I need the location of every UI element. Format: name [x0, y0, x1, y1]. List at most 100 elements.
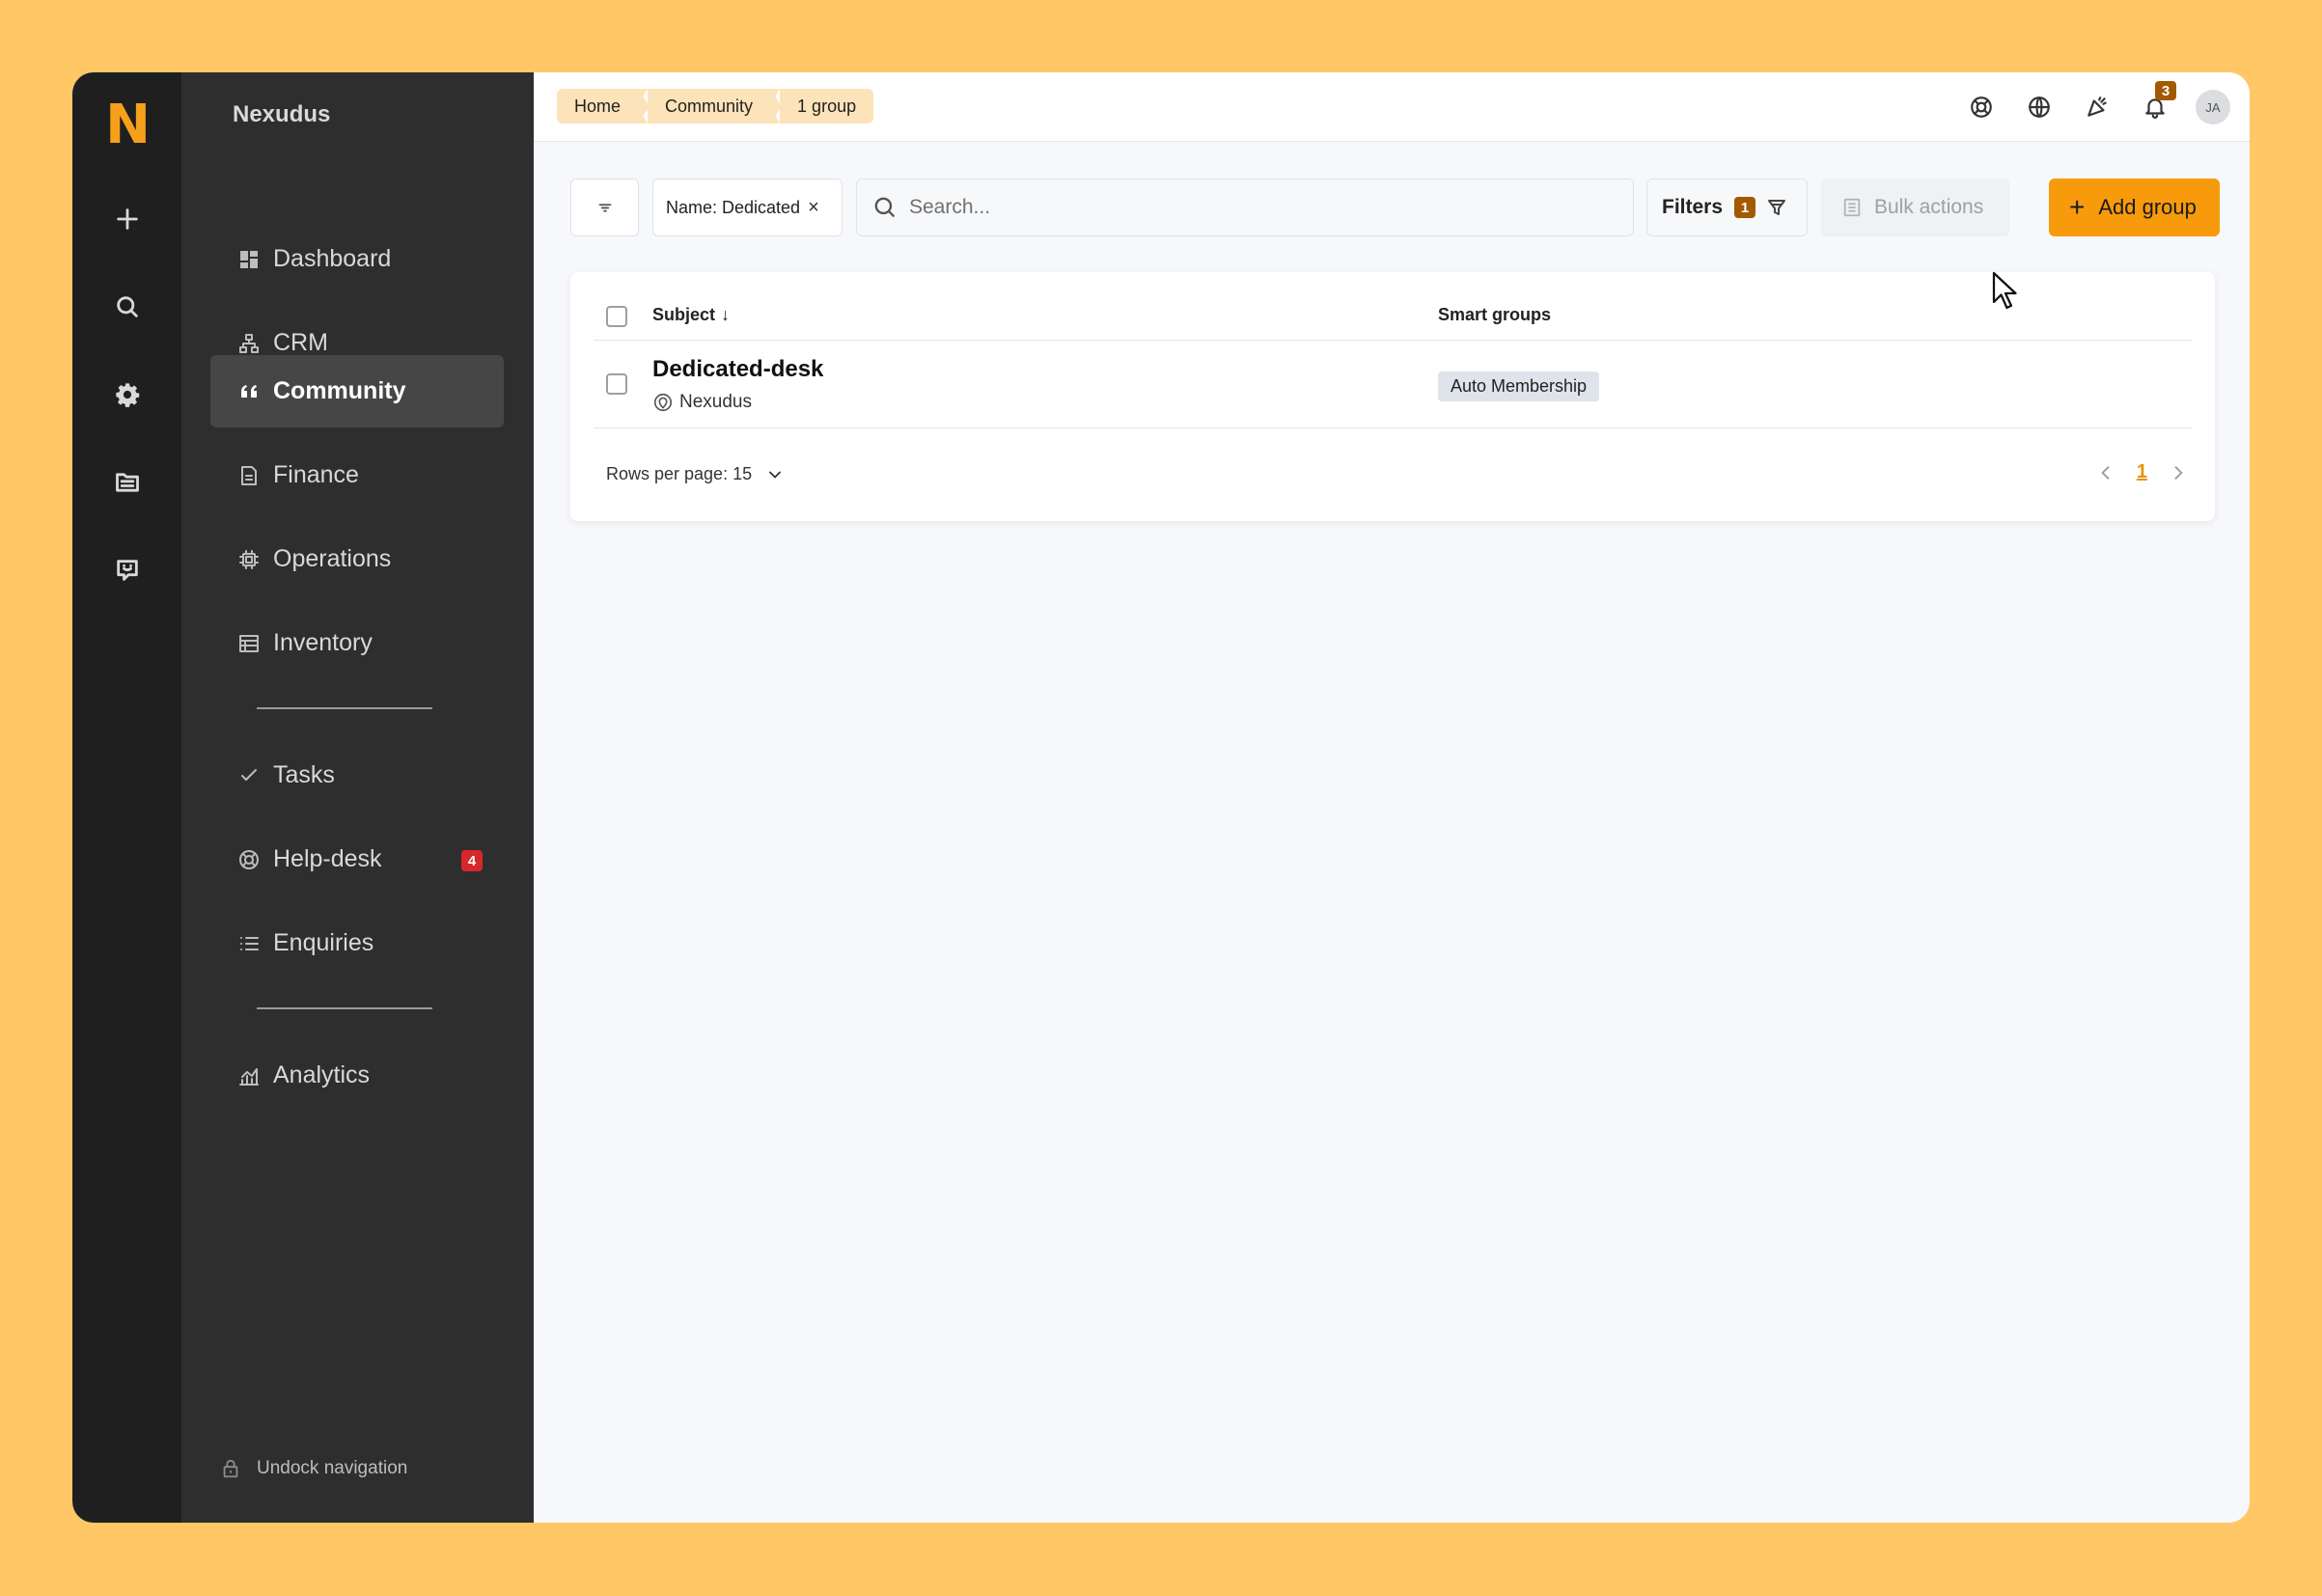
files-button[interactable]: [98, 454, 156, 511]
create-button[interactable]: [98, 190, 156, 248]
nav-item-help-desk[interactable]: Help-desk 4: [210, 823, 504, 895]
nexudus-logo[interactable]: N: [105, 94, 151, 156]
gear-icon: [115, 383, 139, 407]
search-box[interactable]: [856, 179, 1634, 236]
nav-item-operations[interactable]: Operations: [210, 523, 504, 595]
nav-item-label: Enquiries: [273, 929, 374, 956]
language-button[interactable]: [2022, 90, 2057, 124]
nav-item-label: Operations: [273, 545, 392, 572]
nav-divider: [257, 1007, 432, 1009]
nav-item-enquiries[interactable]: Enquiries: [210, 907, 504, 979]
globe-icon: [2029, 96, 2050, 118]
row-checkbox[interactable]: [606, 373, 627, 395]
filters-button[interactable]: Filters 1: [1646, 179, 1808, 236]
pagination: 1: [2096, 461, 2188, 483]
table-row[interactable]: Dedicated-desk Nexudus Auto Membership: [594, 341, 2192, 428]
notifications-button[interactable]: 3: [2138, 81, 2176, 124]
table-icon: [239, 634, 259, 652]
document-icon: [241, 465, 257, 485]
breadcrumb-community[interactable]: Community: [638, 89, 783, 124]
location-pin-icon: [653, 393, 673, 412]
lock-icon: [223, 1459, 238, 1478]
nav-item-analytics[interactable]: Analytics: [210, 1039, 504, 1112]
quote-icon: [241, 384, 257, 398]
add-group-button[interactable]: + Add group: [2049, 179, 2220, 236]
nav-item-tasks[interactable]: Tasks: [210, 739, 504, 812]
column-subject[interactable]: Subject ↓: [652, 305, 730, 325]
nav-item-inventory[interactable]: Inventory: [210, 607, 504, 679]
plus-icon: +: [2069, 192, 2086, 222]
bulk-actions-label: Bulk actions: [1874, 196, 1984, 218]
party-popper-icon: [2087, 96, 2107, 117]
nav-item-label: Tasks: [273, 761, 335, 788]
filter-chip-label: Name: Dedicated: [666, 197, 801, 217]
help-desk-badge: 4: [461, 850, 483, 871]
breadcrumb: Home Community 1 group: [557, 89, 883, 124]
page-number[interactable]: 1: [2137, 461, 2147, 483]
nav-item-community[interactable]: Community: [210, 355, 504, 427]
rows-per-page-select[interactable]: Rows per page: 15: [606, 464, 785, 484]
nav-item-label: Community: [273, 377, 406, 404]
help-button[interactable]: [1964, 90, 1999, 124]
active-filter-chip[interactable]: Name: Dedicated ×: [652, 179, 843, 236]
list-toolbar: Name: Dedicated × Filters 1 Bulk actions…: [570, 179, 2220, 238]
nav-item-dashboard[interactable]: Dashboard: [210, 223, 504, 295]
chip-icon: [239, 549, 259, 569]
mouse-cursor-icon: [1992, 271, 2017, 310]
filters-count-badge: 1: [1734, 197, 1756, 218]
funnel-icon: [1768, 200, 1786, 215]
chat-support-icon: [116, 560, 138, 581]
group-name-link[interactable]: Dedicated-desk: [652, 356, 823, 383]
avatar[interactable]: JA: [2196, 90, 2230, 124]
plus-icon: [116, 208, 138, 230]
undock-navigation-button[interactable]: Undock navigation: [220, 1458, 407, 1479]
nav-item-label: Help-desk: [273, 845, 382, 872]
location-label: Nexudus: [679, 392, 752, 412]
crm-icon: [239, 333, 259, 353]
dashboard-icon: [240, 250, 258, 268]
table-footer: Rows per page: 15 1: [594, 428, 2192, 521]
close-icon[interactable]: ×: [808, 197, 819, 219]
feedback-button[interactable]: [98, 541, 156, 599]
main-navigation: Nexudus Dashboard CRM Community Finance …: [181, 72, 534, 1523]
nav-item-label: Inventory: [273, 629, 373, 656]
nav-item-label: Finance: [273, 461, 359, 488]
chart-icon: [239, 1067, 259, 1086]
add-group-label: Add group: [2098, 195, 2197, 219]
nav-item-label: Analytics: [273, 1061, 371, 1088]
select-all-checkbox[interactable]: [606, 306, 627, 327]
nav-divider: [257, 707, 432, 709]
nav-item-label: CRM: [273, 329, 328, 356]
filter-lines-icon: [598, 204, 611, 212]
group-location: Nexudus: [652, 392, 752, 413]
search-input[interactable]: [909, 196, 1604, 219]
lifebuoy-icon: [239, 849, 259, 869]
column-subject-label: Subject: [652, 305, 716, 324]
breadcrumb-home[interactable]: Home: [557, 89, 650, 124]
undock-label: Undock navigation: [257, 1458, 408, 1478]
list-document-icon: [1843, 198, 1861, 217]
chevron-down-icon: [769, 471, 782, 479]
bulk-actions-button[interactable]: Bulk actions: [1821, 179, 2009, 236]
sort-descending-icon: ↓: [721, 305, 731, 324]
whats-new-button[interactable]: [2080, 90, 2115, 124]
folder-icon: [115, 473, 139, 492]
rows-per-page-label: Rows per page: 15: [606, 464, 753, 483]
filter-toggle-button[interactable]: [570, 179, 639, 236]
lifebuoy-icon: [1971, 96, 1992, 118]
chevron-right-icon[interactable]: [2169, 463, 2188, 482]
filters-label: Filters: [1662, 196, 1724, 218]
icon-rail: N: [72, 72, 181, 1523]
nav-item-finance[interactable]: Finance: [210, 439, 504, 511]
settings-button[interactable]: [98, 366, 156, 424]
column-smart-groups: Smart groups: [1438, 305, 1552, 324]
search-icon: [874, 197, 895, 217]
nav-item-label: Dashboard: [273, 245, 392, 272]
notification-count: 3: [2155, 81, 2176, 100]
groups-table: Subject ↓ Smart groups Dedicated-desk Nex…: [570, 272, 2215, 521]
search-button[interactable]: [98, 278, 156, 336]
list-icon: [240, 936, 259, 950]
chevron-left-icon[interactable]: [2096, 463, 2115, 482]
workspace-name: Nexudus: [233, 101, 331, 127]
smart-group-tag: Auto Membership: [1438, 371, 1600, 401]
